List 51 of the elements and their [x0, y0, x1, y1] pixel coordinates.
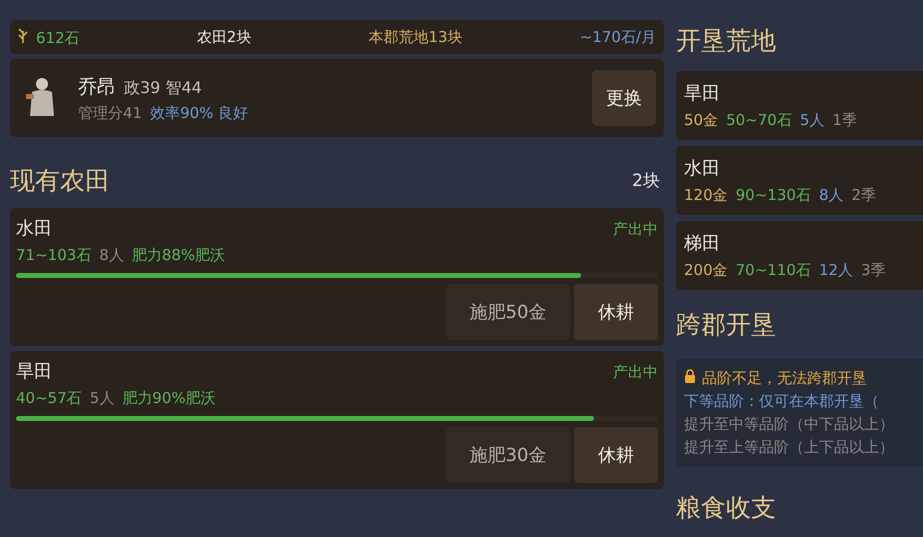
- land-time: 1季: [832, 111, 857, 130]
- farm-workers: 8人: [99, 246, 124, 265]
- land-cost: 50金: [684, 111, 718, 130]
- fallow-button[interactable]: 休耕: [574, 284, 658, 340]
- wasteland-count: 本郡荒地13块: [368, 28, 463, 46]
- farm-yield: 40~57石: [16, 389, 82, 408]
- fertilize-button[interactable]: 施肥50金: [446, 284, 570, 340]
- manager-stats: 政39 智44: [124, 78, 202, 98]
- farm-fertility: 肥力88%肥沃: [132, 246, 226, 265]
- farm-status: 产出中: [613, 220, 658, 239]
- land-time: 3季: [861, 261, 886, 280]
- farm-fertility: 肥力90%肥沃: [122, 389, 216, 408]
- section-title: 粮食收支: [676, 492, 776, 524]
- land-name: 梯田: [684, 232, 721, 255]
- warning-text: 品阶不足，无法跨郡开垦: [702, 369, 867, 388]
- wheat-icon: [18, 26, 28, 42]
- land-name: 水田: [684, 157, 721, 180]
- field-count: 农田2块: [196, 28, 252, 46]
- manager-score: 管理分41: [78, 104, 142, 122]
- fertilize-button[interactable]: 施肥30金: [446, 427, 570, 483]
- land-yield: 90~130石: [736, 186, 811, 205]
- manager-efficiency: 效率90% 良好: [150, 104, 248, 122]
- section-title: 跨郡开垦: [676, 309, 776, 341]
- farm-name: 旱田: [16, 360, 52, 383]
- farm-name: 水田: [16, 217, 52, 240]
- land-time: 2季: [851, 186, 876, 205]
- manager-name: 乔昂: [78, 74, 116, 100]
- land-yield: 50~70石: [726, 111, 792, 130]
- replace-button[interactable]: 更换: [592, 70, 656, 126]
- land-cost: 120金: [684, 186, 728, 205]
- section-title: 开垦荒地: [676, 25, 776, 57]
- rank-text: 提升至上等品阶（上下品以上）: [684, 438, 895, 457]
- monthly-income: ~170石/月: [580, 28, 656, 46]
- farm-status: 产出中: [613, 363, 658, 382]
- reclaim-card[interactable]: 水田 120金 90~130石 8人 2季: [676, 146, 923, 215]
- section-title: 现有农田: [10, 165, 110, 197]
- farm-yield: 71~103石: [16, 246, 92, 265]
- land-name: 旱田: [684, 82, 721, 105]
- fallow-button[interactable]: 休耕: [574, 427, 658, 483]
- rank-text: 提升至中等品阶（中下品以上）: [684, 415, 895, 434]
- land-workers: 12人: [818, 261, 854, 280]
- farm-count: 2块: [632, 170, 660, 192]
- land-workers: 5人: [800, 111, 824, 130]
- farm-workers: 5人: [90, 389, 114, 408]
- land-yield: 70~110石: [736, 261, 811, 280]
- grain-amount: 612石: [36, 28, 80, 48]
- land-cost: 200金: [684, 261, 728, 280]
- reclaim-card[interactable]: 梯田 200金 70~110石 12人 3季: [676, 221, 923, 290]
- rank-text: 下等品阶：仅可在本郡开垦（: [684, 392, 880, 411]
- land-workers: 8人: [818, 186, 844, 205]
- reclaim-card[interactable]: 旱田 50金 50~70石 5人 1季: [676, 71, 923, 140]
